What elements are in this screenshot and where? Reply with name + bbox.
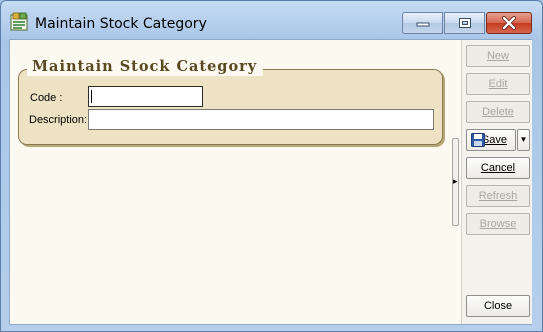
client-area: Maintain Stock Category Code : Descripti…: [9, 39, 532, 325]
category-groupbox: [18, 69, 443, 145]
description-field[interactable]: [88, 109, 434, 130]
chevron-down-icon: ▼: [519, 135, 528, 144]
app-category-icon[interactable]: [10, 12, 30, 32]
floppy-disk-icon: [471, 133, 485, 147]
code-field[interactable]: [88, 86, 203, 107]
browse-button[interactable]: Browse: [466, 213, 530, 235]
minimize-icon: [416, 22, 429, 27]
maximize-button[interactable]: [444, 12, 485, 34]
code-label: Code :: [30, 92, 63, 104]
text-caret: [91, 90, 92, 103]
edit-button[interactable]: Edit: [466, 73, 530, 95]
action-panel: New Edit Delete Save ▼ Cancel Refresh Br…: [461, 40, 532, 324]
title-bar[interactable]: Maintain Stock Category: [1, 1, 542, 39]
save-dropdown-button[interactable]: ▼: [517, 129, 530, 151]
refresh-button[interactable]: Refresh: [466, 185, 530, 207]
save-label: Save: [481, 134, 507, 146]
window-title: Maintain Stock Category: [35, 16, 207, 32]
close-icon: [502, 16, 516, 30]
minimize-button[interactable]: [402, 12, 443, 34]
groupbox-title: Maintain Stock Category: [27, 58, 264, 76]
new-button[interactable]: New: [466, 45, 530, 67]
chevron-right-icon[interactable]: ▸: [453, 177, 458, 186]
description-label: Description:: [29, 114, 88, 126]
main-window: Maintain Stock Category Maintain Stock C…: [0, 0, 543, 332]
window-close-button[interactable]: [486, 12, 532, 34]
save-button[interactable]: Save: [466, 129, 516, 151]
delete-button[interactable]: Delete: [466, 101, 530, 123]
close-button[interactable]: Close: [466, 295, 530, 317]
cancel-button[interactable]: Cancel: [466, 157, 530, 179]
maximize-icon: [458, 18, 471, 28]
